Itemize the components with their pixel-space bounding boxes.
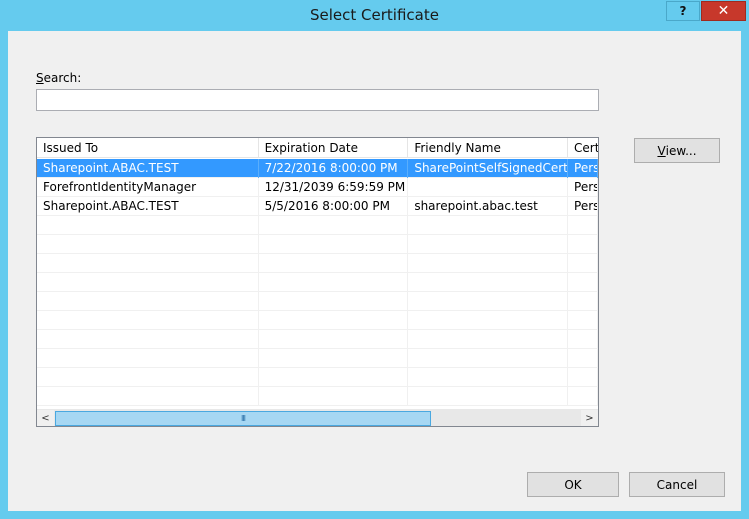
view-button-accelerator: V [657,143,666,158]
table-row[interactable]: Sharepoint.ABAC.TEST 7/22/2016 8:00:00 P… [37,159,598,178]
empty-row [37,349,598,368]
empty-row [37,387,598,406]
ok-button[interactable]: OK [527,472,619,497]
empty-row [37,273,598,292]
search-label-accelerator: S [36,71,44,85]
cell-expiration: 12/31/2039 6:59:59 PM [259,178,409,197]
list-rows: Sharepoint.ABAC.TEST 7/22/2016 8:00:00 P… [37,159,598,406]
certificate-list[interactable]: Issued To Expiration Date Friendly Name … [36,137,599,427]
scroll-right-icon[interactable]: > [581,410,598,426]
search-label: Search: [36,71,81,85]
close-button[interactable]: ✕ [701,1,746,21]
search-input[interactable] [36,89,599,111]
help-button[interactable]: ? [666,1,700,21]
empty-row [37,216,598,235]
cell-expiration: 5/5/2016 8:00:00 PM [259,197,409,216]
cell-friendly-name [408,178,569,197]
empty-row [37,368,598,387]
column-header-friendly-name[interactable]: Friendly Name [408,138,569,158]
cell-cert: Pers [568,159,598,178]
dialog-window: Select Certificate ? ✕ Search: Issued To… [0,0,749,519]
cell-expiration: 7/22/2016 8:00:00 PM [259,159,409,178]
cancel-button[interactable]: Cancel [629,472,725,497]
cell-cert: Pers [568,197,598,216]
dialog-client-area: Search: Issued To Expiration Date Friend… [8,31,741,511]
search-label-text: earch: [43,71,82,85]
table-row[interactable]: Sharepoint.ABAC.TEST 5/5/2016 8:00:00 PM… [37,197,598,216]
view-button-label: iew... [665,143,697,158]
empty-row [37,235,598,254]
title-bar[interactable]: Select Certificate ? ✕ [0,0,749,31]
empty-row [37,330,598,349]
empty-row [37,311,598,330]
horizontal-scrollbar[interactable]: < III > [37,409,598,426]
view-button[interactable]: View... [634,138,720,163]
list-header: Issued To Expiration Date Friendly Name … [37,138,598,158]
column-header-expiration-date[interactable]: Expiration Date [259,138,409,158]
cell-issued-to: Sharepoint.ABAC.TEST [37,197,259,216]
scrollbar-thumb[interactable]: III [55,411,431,426]
cell-friendly-name: sharepoint.abac.test [408,197,569,216]
column-header-cert[interactable]: Cert [568,138,598,158]
cell-issued-to: ForefrontIdentityManager [37,178,259,197]
cell-friendly-name: SharePointSelfSignedCert [408,159,569,178]
table-row[interactable]: ForefrontIdentityManager 12/31/2039 6:59… [37,178,598,197]
scroll-left-icon[interactable]: < [37,410,54,426]
cell-issued-to: Sharepoint.ABAC.TEST [37,159,259,178]
column-header-issued-to[interactable]: Issued To [37,138,259,158]
empty-row [37,292,598,311]
cell-cert: Pers [568,178,598,197]
empty-row [37,254,598,273]
window-title: Select Certificate [310,6,439,24]
